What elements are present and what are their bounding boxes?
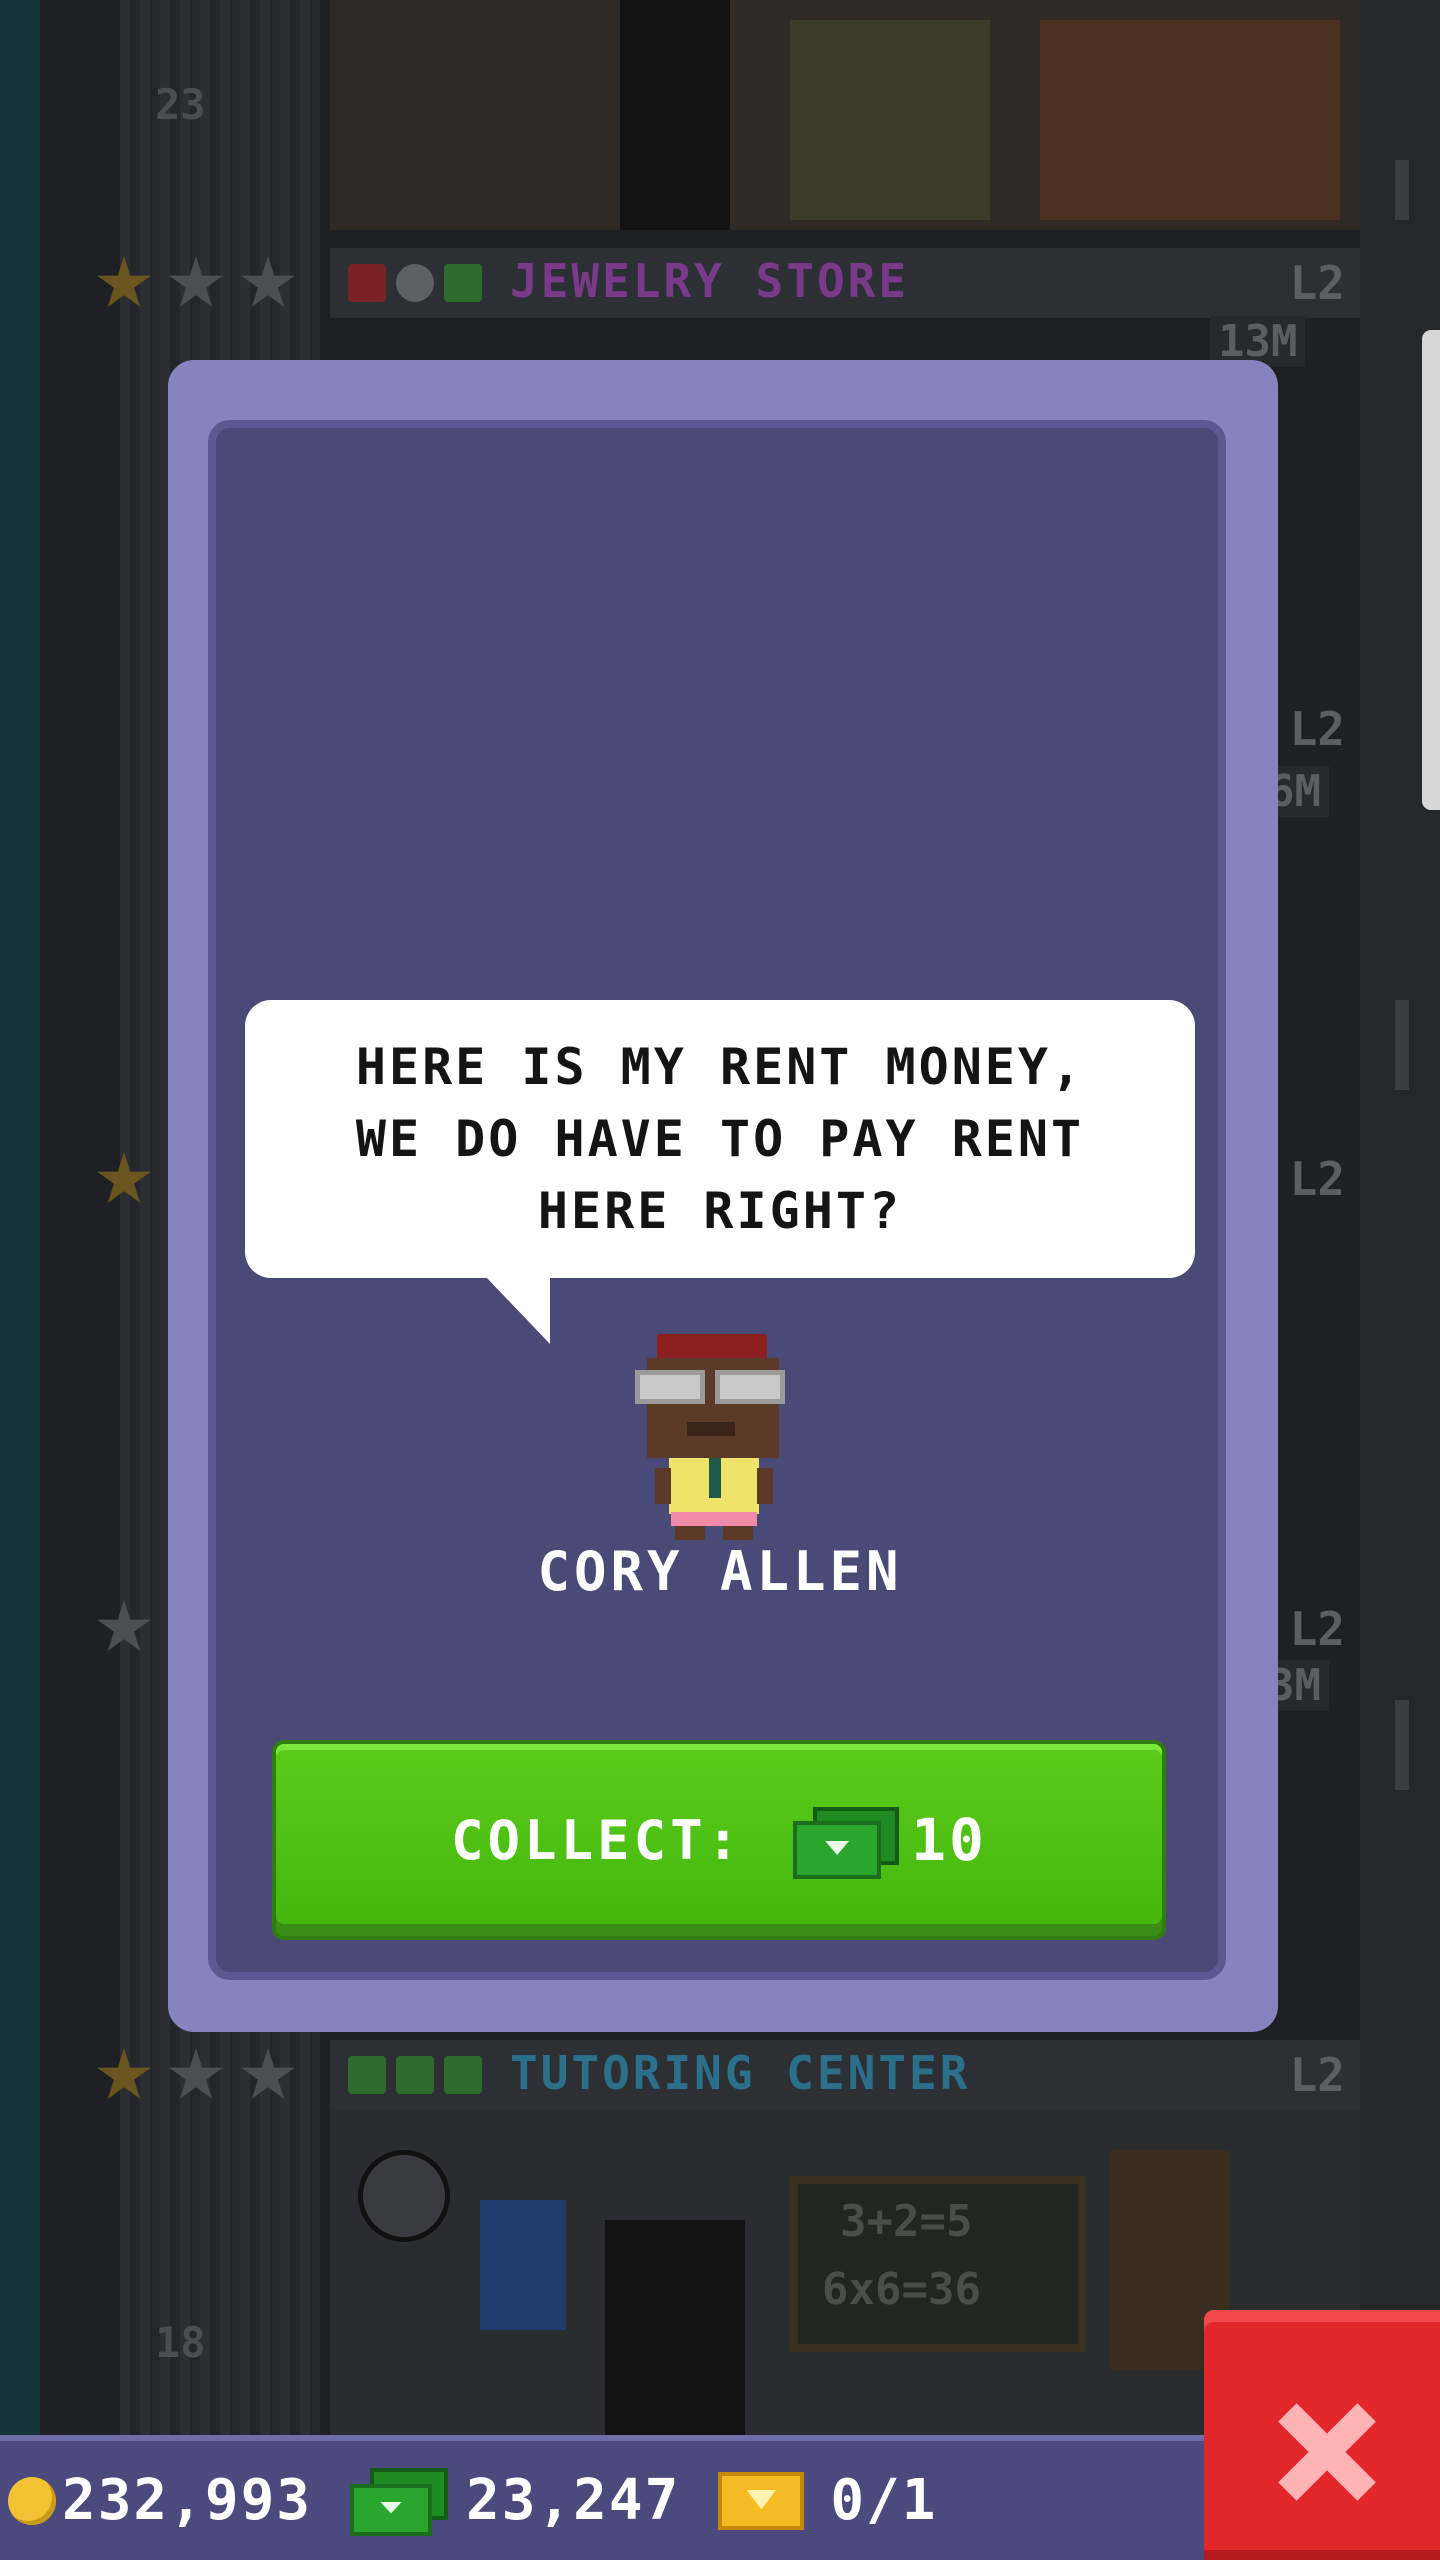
chalkboard-line: 6x6=36	[822, 2264, 981, 2315]
collect-amount: 10	[911, 1806, 987, 1874]
check-icon	[444, 2056, 482, 2094]
shelf	[790, 20, 990, 220]
pillar-slot	[1395, 1700, 1409, 1790]
close-status-icon	[348, 264, 386, 302]
collect-label: COLLECT:	[451, 1808, 744, 1872]
shelf	[1040, 20, 1340, 220]
doorway	[620, 0, 730, 230]
ticket-count: 0/1	[830, 2468, 938, 2533]
check-icon	[396, 2056, 434, 2094]
speech-bubble: HERE IS MY RENT MONEY, WE DO HAVE TO PAY…	[245, 1000, 1195, 1278]
check-icon	[348, 2056, 386, 2094]
clock-icon	[396, 264, 434, 302]
bux-count: 23,247	[466, 2468, 681, 2533]
avatar-tie	[709, 1458, 721, 1498]
close-icon	[1276, 2402, 1376, 2502]
avatar-arm	[655, 1468, 671, 1504]
character-avatar	[635, 1330, 795, 1540]
poster	[480, 2200, 566, 2330]
floor-level: L2	[1289, 1152, 1345, 1206]
avatar-foot	[723, 1526, 753, 1540]
floor-name: JEWELRY STORE	[510, 254, 910, 308]
close-button[interactable]	[1204, 2310, 1440, 2560]
chalkboard-line: 3+2=5	[840, 2196, 973, 2247]
floor-level: L2	[1289, 702, 1345, 756]
coin-count: 232,993	[62, 2468, 313, 2533]
avatar-foot	[675, 1526, 705, 1540]
collect-button[interactable]: COLLECT: 10	[276, 1744, 1162, 1936]
floor-level: L2	[1289, 2048, 1345, 2102]
glasses-icon	[715, 1370, 785, 1404]
glasses-icon	[635, 1370, 705, 1404]
floor-number: 18	[155, 2318, 206, 2367]
pillar-slot	[1395, 160, 1409, 220]
bux-icon	[793, 1807, 900, 1879]
currency-hud: 232,993 23,247 0/1	[0, 2435, 1210, 2560]
floor-name: TUTORING CENTER	[510, 2046, 971, 2100]
floor-level: L2	[1289, 256, 1345, 310]
floor-number: 23	[155, 80, 206, 129]
floor-level: L2	[1289, 1602, 1345, 1656]
coin-icon	[8, 2476, 56, 2525]
scrollbar[interactable]	[1422, 330, 1440, 810]
check-icon	[444, 264, 482, 302]
clock-icon	[358, 2150, 450, 2242]
left-edge	[0, 0, 40, 2560]
ticket-icon	[718, 2471, 805, 2530]
doorway	[605, 2220, 745, 2440]
avatar-pants	[671, 1512, 757, 1526]
bux-icon	[350, 2467, 449, 2536]
pillar-slot	[1395, 1000, 1409, 1090]
character-name: CORY ALLEN	[537, 1540, 903, 1603]
speech-text: HERE IS MY RENT MONEY, WE DO HAVE TO PAY…	[355, 1038, 1085, 1240]
avatar-arm	[757, 1468, 773, 1504]
avatar-mustache	[687, 1422, 735, 1436]
